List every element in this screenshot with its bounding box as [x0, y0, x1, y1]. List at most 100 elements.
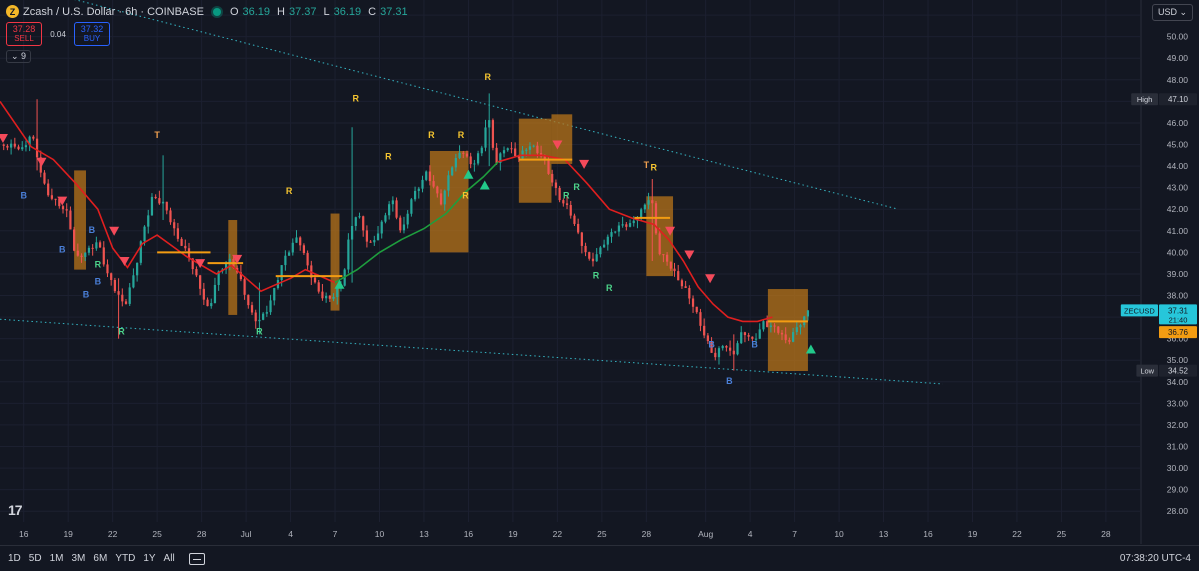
indicators-toggle-button[interactable]: ⌄ 9: [6, 50, 32, 63]
candle-body: [565, 203, 569, 205]
marker-r-19: R: [118, 326, 125, 336]
time-tick-0: 16: [19, 529, 29, 539]
candle-body: [769, 325, 772, 328]
signal-box-4: [518, 118, 552, 203]
calendar-goto-icon[interactable]: [188, 552, 205, 565]
high-value: 37.37: [288, 5, 317, 18]
symbol-legend[interactable]: Z Zcash / U.S. Dollar · 6h · COINBASE O3…: [6, 5, 411, 18]
candle-body: [406, 213, 409, 225]
candle-body: [388, 204, 391, 216]
marker-r-0: R: [353, 93, 360, 103]
candle-body: [369, 241, 372, 243]
candle-body: [502, 150, 506, 154]
price-label-value: 34.52: [1168, 367, 1189, 376]
candle-body: [380, 221, 383, 234]
currency-select[interactable]: USD ⌄: [1151, 4, 1193, 21]
candle-body: [714, 352, 717, 358]
price-tick-10: 41.00: [1167, 226, 1189, 236]
candle-body: [432, 181, 435, 187]
candle-body: [73, 229, 76, 251]
candle-body: [121, 294, 124, 302]
tradingview-logo[interactable]: 17: [8, 502, 23, 518]
candle-body: [732, 350, 735, 355]
price-tick-20: 31.00: [1167, 442, 1189, 452]
candle-body: [95, 242, 98, 249]
marker-b-14: B: [83, 290, 90, 300]
range-5d-button[interactable]: 5D: [29, 553, 42, 564]
candle-body: [180, 238, 183, 246]
candle-body: [373, 240, 376, 243]
marker-r-20: R: [256, 326, 263, 336]
range-3m-button[interactable]: 3M: [72, 553, 86, 564]
candle-body: [506, 148, 509, 151]
range-all-button[interactable]: All: [164, 553, 175, 564]
candle-body: [199, 275, 202, 289]
time-tick-10: 16: [464, 529, 474, 539]
candlestick-chart[interactable]: RRTRRRRTRRBBBBBBBBRRRRRRR 51.0050.0049.0…: [0, 0, 1199, 571]
time-tick-21: 19: [968, 529, 978, 539]
time-tick-13: 25: [597, 529, 607, 539]
candle-body: [695, 306, 698, 313]
price-tick-9: 42.00: [1167, 204, 1189, 214]
sell-label: SELL: [14, 34, 34, 43]
candle-body: [584, 245, 587, 253]
candle-body: [610, 232, 613, 237]
range-ytd-button[interactable]: YTD: [115, 553, 135, 564]
candle-body: [528, 146, 532, 150]
candle-body: [451, 167, 454, 176]
candle-body: [358, 216, 361, 218]
range-1d-button[interactable]: 1D: [8, 553, 21, 564]
candle-body: [213, 284, 217, 304]
candle-body: [795, 327, 798, 333]
marker-r-23: R: [593, 270, 600, 280]
price-tick-7: 44.00: [1167, 161, 1189, 171]
candle-body: [195, 269, 198, 276]
range-6m-button[interactable]: 6M: [93, 553, 107, 564]
time-tick-22: 22: [1012, 529, 1022, 539]
candle-body: [165, 201, 168, 211]
candle-body: [806, 310, 810, 317]
marker-t-7: T: [644, 160, 650, 170]
marker-b-17: B: [751, 339, 758, 349]
price-label-ma: 36.76: [1159, 326, 1197, 339]
range-1y-button[interactable]: 1Y: [143, 553, 155, 564]
candle-body: [536, 145, 539, 154]
symbol-title[interactable]: Zcash / U.S. Dollar · 6h · COINBASE: [23, 6, 204, 18]
sell-price: 37.28: [12, 24, 36, 34]
time-tick-8: 10: [375, 529, 385, 539]
market-status-icon[interactable]: [212, 7, 221, 16]
signal-box-3: [429, 150, 469, 253]
marker-r-21: R: [563, 190, 570, 200]
candle-body: [302, 245, 306, 254]
candle-body: [102, 247, 105, 265]
candle-body: [287, 252, 291, 256]
price-tick-8: 43.00: [1167, 183, 1189, 193]
candle-body: [551, 173, 554, 183]
candle-body: [469, 156, 472, 165]
candle-body: [399, 217, 402, 231]
candle-body: [458, 152, 461, 158]
time-tick-14: 28: [642, 529, 652, 539]
time-tick-19: 13: [879, 529, 889, 539]
candle-body: [595, 254, 598, 262]
candle-body: [384, 215, 387, 222]
trade-panel: 37.28 SELL 0.04 37.32 BUY: [6, 22, 110, 46]
candle-body: [210, 303, 213, 307]
candle-body: [332, 296, 335, 299]
time-tick-20: 16: [923, 529, 933, 539]
range-1m-button[interactable]: 1M: [50, 553, 64, 564]
price-label-low: Low 34.52: [1136, 364, 1197, 377]
candle-body: [61, 206, 65, 210]
clock-timezone[interactable]: 07:38:20 UTC-4: [1120, 553, 1191, 564]
time-tick-4: 28: [197, 529, 207, 539]
marker-t-2: T: [154, 130, 160, 140]
candle-body: [158, 198, 161, 204]
candle-body: [462, 152, 465, 154]
buy-button[interactable]: 37.32 BUY: [74, 22, 110, 46]
sell-button[interactable]: 37.28 SELL: [6, 22, 42, 46]
candle-body: [425, 171, 428, 180]
candle-body: [740, 332, 743, 344]
candle-body: [721, 345, 724, 349]
candle-body: [643, 204, 646, 210]
marker-r-22: R: [573, 182, 580, 192]
